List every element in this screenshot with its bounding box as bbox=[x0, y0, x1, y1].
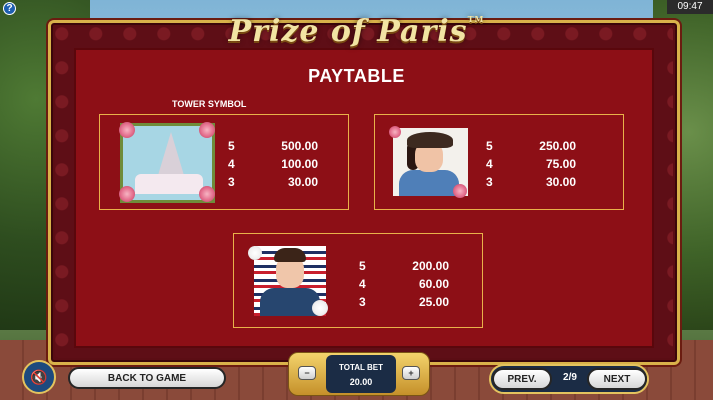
match-count: 5 bbox=[486, 139, 493, 153]
payout-row: 3 30.00 bbox=[486, 173, 576, 191]
prev-page-button[interactable]: PREV. bbox=[492, 368, 552, 390]
payout-row: 4 75.00 bbox=[486, 155, 576, 173]
decrease-bet-button[interactable]: − bbox=[298, 366, 316, 380]
eiffel-tower-base bbox=[135, 174, 203, 194]
symbol-caption: TOWER SYMBOL bbox=[172, 99, 247, 109]
payout-list: 5 200.00 4 60.00 3 25.00 bbox=[359, 257, 449, 311]
match-count: 5 bbox=[228, 139, 235, 153]
payout-row: 5 250.00 bbox=[486, 137, 576, 155]
eiffel-tower-symbol-icon bbox=[119, 122, 215, 203]
total-bet-display bbox=[326, 355, 396, 393]
sound-toggle-button[interactable]: 🔇 bbox=[22, 360, 56, 394]
payout-amount: 75.00 bbox=[545, 157, 576, 171]
payout-amount: 100.00 bbox=[281, 157, 318, 171]
payout-amount: 250.00 bbox=[539, 139, 576, 153]
payout-row: 5 200.00 bbox=[359, 257, 449, 275]
man-body bbox=[260, 288, 320, 316]
total-bet-value: 20.00 bbox=[349, 377, 373, 387]
man-hair bbox=[274, 248, 306, 262]
match-count: 3 bbox=[359, 295, 366, 309]
woman-hat bbox=[407, 132, 453, 148]
payout-amount: 60.00 bbox=[418, 277, 449, 291]
rose-icon bbox=[453, 184, 467, 198]
parisian-man-symbol-icon bbox=[248, 246, 328, 316]
payout-row: 4 60.00 bbox=[359, 275, 449, 293]
rose-icon bbox=[119, 186, 135, 202]
flower-icon bbox=[312, 300, 328, 316]
payout-amount: 30.00 bbox=[545, 175, 576, 189]
paytable-entry-tower: 5 500.00 4 100.00 3 30.00 bbox=[99, 114, 349, 210]
rose-icon bbox=[389, 126, 401, 138]
increase-bet-button[interactable]: + bbox=[402, 366, 420, 380]
paytable-entry-woman: 5 250.00 4 75.00 3 30.00 bbox=[374, 114, 624, 210]
rose-icon bbox=[199, 186, 215, 202]
game-title-text: Prize of Paris bbox=[228, 14, 468, 49]
match-count: 4 bbox=[486, 157, 493, 171]
woman-body bbox=[399, 170, 459, 196]
rose-icon bbox=[199, 122, 215, 138]
payout-row: 5 500.00 bbox=[228, 137, 318, 155]
payout-amount: 25.00 bbox=[418, 295, 449, 309]
payout-list: 5 500.00 4 100.00 3 30.00 bbox=[228, 137, 318, 191]
game-logo: Prize of ParisTM bbox=[0, 14, 713, 49]
payout-row: 3 25.00 bbox=[359, 293, 449, 311]
payout-list: 5 250.00 4 75.00 3 30.00 bbox=[486, 137, 576, 191]
payout-amount: 200.00 bbox=[412, 259, 449, 273]
match-count: 4 bbox=[228, 157, 235, 171]
paytable-title: PAYTABLE bbox=[308, 66, 405, 86]
match-count: 3 bbox=[486, 175, 493, 189]
back-to-game-button[interactable]: BACK TO GAME bbox=[68, 367, 226, 389]
flower-icon bbox=[248, 246, 262, 260]
payout-amount: 500.00 bbox=[281, 139, 318, 153]
total-bet-label: TOTAL BET bbox=[339, 363, 383, 372]
next-page-button[interactable]: NEXT bbox=[587, 368, 647, 390]
trademark: TM bbox=[467, 14, 485, 24]
parisian-woman-symbol-icon bbox=[389, 126, 468, 198]
paytable-entry-man: 5 200.00 4 60.00 3 25.00 bbox=[233, 233, 483, 328]
payout-row: 3 30.00 bbox=[228, 173, 318, 191]
match-count: 4 bbox=[359, 277, 366, 291]
payout-amount: 30.00 bbox=[287, 175, 318, 189]
speaker-muted-icon: 🔇 bbox=[30, 368, 48, 385]
page-indicator: 2/9 bbox=[563, 372, 577, 383]
rose-icon bbox=[119, 122, 135, 138]
match-count: 5 bbox=[359, 259, 366, 273]
match-count: 3 bbox=[228, 175, 235, 189]
payout-row: 4 100.00 bbox=[228, 155, 318, 173]
clock: 09:47 bbox=[667, 0, 713, 14]
